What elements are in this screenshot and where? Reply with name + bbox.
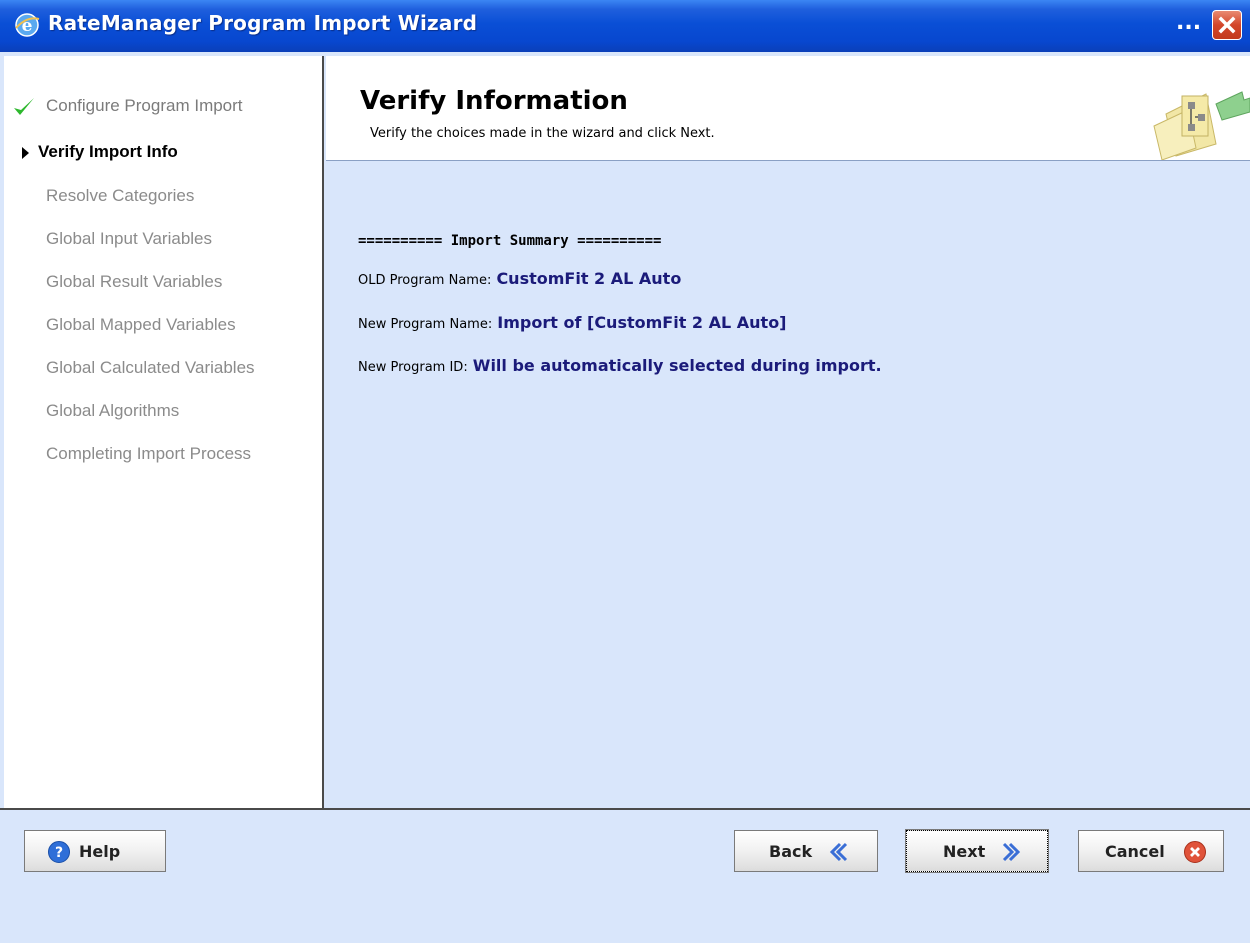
close-button[interactable]: [1212, 10, 1242, 40]
wizard-footer: ? Help Back Next Cancel: [0, 810, 1250, 943]
page-subtitle: Verify the choices made in the wizard an…: [370, 126, 715, 141]
step-label: Global Input Variables: [46, 229, 213, 248]
overflow-menu-icon[interactable]: ...: [1176, 10, 1201, 35]
arrow-right-icon: [22, 147, 29, 159]
chevron-left-icon: [829, 842, 848, 862]
help-button[interactable]: ? Help: [24, 830, 166, 872]
window-title: RateManager Program Import Wizard: [48, 11, 478, 35]
step-label: Completing Import Process: [46, 444, 252, 463]
new-program-id-row: New Program ID: Will be automatically se…: [358, 356, 882, 375]
step-label: Global Mapped Variables: [46, 315, 236, 334]
wizard-steps-panel: Configure Program Import Verify Import I…: [4, 56, 324, 809]
back-button-label: Back: [769, 842, 813, 861]
step-label: Global Calculated Variables: [46, 358, 255, 377]
new-program-name-value: Import of [CustomFit 2 AL Auto]: [497, 313, 787, 332]
wizard-window: e RateManager Program Import Wizard ... …: [0, 0, 1250, 943]
step-label: Verify Import Info: [38, 142, 178, 161]
svg-text:?: ?: [55, 845, 63, 861]
internet-explorer-icon: e: [15, 13, 40, 37]
page-header: Verify Information Verify the choices ma…: [326, 56, 1250, 161]
page-title: Verify Information: [360, 86, 628, 116]
new-program-id-label: New Program ID:: [358, 360, 468, 375]
step-label: Configure Program Import: [46, 96, 243, 115]
chevron-right-icon: [1002, 842, 1021, 862]
new-program-id-value: Will be automatically selected during im…: [472, 356, 882, 375]
step-label: Global Algorithms: [46, 401, 180, 420]
title-bar: e RateManager Program Import Wizard ...: [0, 0, 1250, 52]
new-program-name-label: New Program Name:: [358, 317, 493, 332]
cancel-button[interactable]: Cancel: [1078, 830, 1224, 872]
next-button[interactable]: Next: [905, 829, 1049, 873]
next-button-label: Next: [943, 842, 986, 861]
new-program-name-row: New Program Name: Import of [CustomFit 2…: [358, 313, 787, 332]
back-button[interactable]: Back: [734, 830, 878, 872]
old-program-name-label: OLD Program Name:: [358, 273, 492, 288]
old-program-name-row: OLD Program Name: CustomFit 2 AL Auto: [358, 269, 681, 288]
summary-panel: ========== Import Summary ========== OLD…: [326, 161, 1250, 809]
help-button-label: Help: [79, 842, 121, 861]
old-program-name-value: CustomFit 2 AL Auto: [496, 269, 682, 288]
wizard-flowchart-icon: [1153, 91, 1250, 160]
step-label: Global Result Variables: [46, 272, 223, 291]
cancel-icon: [1184, 841, 1206, 863]
step-label: Resolve Categories: [46, 186, 195, 205]
checkmark-icon: [14, 98, 34, 115]
help-icon: ?: [48, 841, 70, 863]
import-summary-heading: ========== Import Summary ==========: [358, 233, 662, 249]
cancel-button-label: Cancel: [1105, 842, 1165, 861]
close-icon: [1218, 16, 1236, 34]
